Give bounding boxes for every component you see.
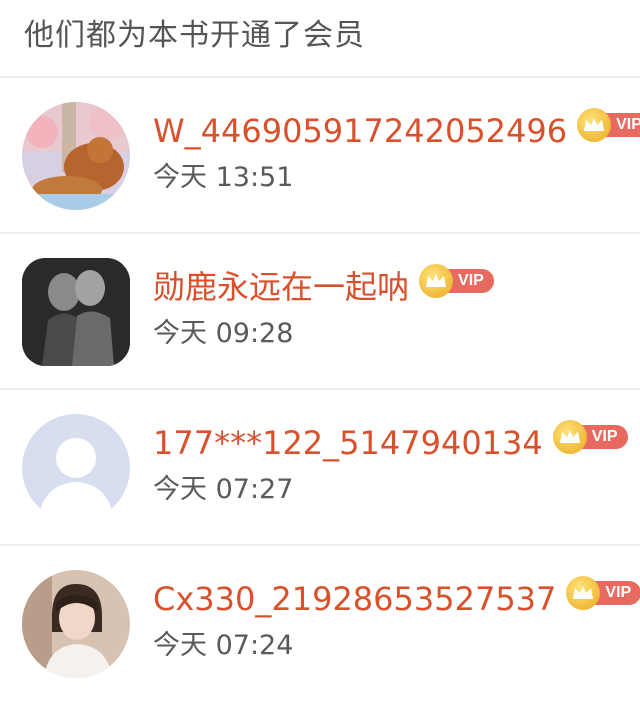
vip-badge: VIP	[566, 576, 640, 610]
vip-badge: VIP	[577, 108, 640, 142]
crown-icon	[419, 264, 454, 298]
avatar[interactable]	[22, 258, 130, 366]
member-name[interactable]: 177***122_5147940134	[153, 420, 543, 466]
list-item[interactable]: Cx330_21928653527537 VIP 今天 07:24	[0, 546, 640, 702]
member-name[interactable]: 勋鹿永远在一起呐	[153, 264, 409, 310]
member-list: W_446905917242052496 VIP 今天 13:51 勋鹿永远在一…	[0, 78, 640, 702]
member-name[interactable]: W_446905917242052496	[153, 108, 567, 154]
list-item[interactable]: 勋鹿永远在一起呐 VIP 今天 09:28	[0, 234, 640, 390]
join-time: 今天 09:28	[153, 318, 294, 349]
crown-icon	[577, 108, 612, 142]
vip-badge: VIP	[552, 420, 628, 454]
join-time: 今天 13:51	[153, 162, 294, 193]
join-time: 今天 07:27	[153, 474, 294, 505]
section-title: 他们都为本书开通了会员	[24, 18, 365, 53]
member-name[interactable]: Cx330_21928653527537	[153, 576, 556, 622]
crown-icon	[552, 420, 587, 454]
avatar[interactable]	[22, 102, 130, 210]
avatar[interactable]	[22, 414, 130, 522]
join-time: 今天 07:24	[153, 630, 294, 661]
vip-badge: VIP	[419, 264, 494, 298]
list-item[interactable]: W_446905917242052496 VIP 今天 13:51	[0, 78, 640, 234]
list-item[interactable]: 177***122_5147940134 VIP 今天 07:27	[0, 390, 640, 546]
section-header: 他们都为本书开通了会员	[0, 0, 640, 78]
avatar[interactable]	[22, 570, 130, 678]
